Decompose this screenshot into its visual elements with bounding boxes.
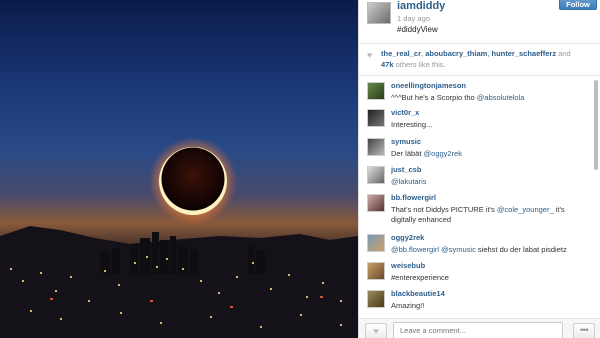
comment-avatar[interactable]: [367, 194, 385, 212]
mention-link[interactable]: @lakutaris: [391, 177, 427, 186]
likes-users: the_real_cr, aboubacry_thiam, hunter_sch…: [381, 49, 571, 58]
like-user-link[interactable]: aboubacry_thiam: [425, 49, 487, 58]
comment-footer: ♥ •••: [359, 318, 600, 338]
comment-username[interactable]: symusic: [391, 137, 421, 146]
likes-and: and: [558, 49, 571, 58]
comment-username[interactable]: bb.flowergirl: [391, 193, 436, 202]
follow-button[interactable]: Follow: [559, 0, 597, 10]
comment-text: @lakutaris: [391, 177, 589, 187]
comments-list: oneellingtonjameson ^^^But he's a Scorpi…: [359, 76, 594, 318]
comment-avatar[interactable]: [367, 138, 385, 156]
comment-username[interactable]: vict0r_x: [391, 108, 419, 117]
hills: [0, 226, 358, 338]
comments-scrollbar[interactable]: [594, 80, 598, 170]
avatar[interactable]: [367, 2, 391, 24]
comment-text: Amazing!!: [391, 301, 425, 310]
comment-username[interactable]: blackbeautie14: [391, 289, 445, 298]
more-options-button[interactable]: •••: [573, 323, 595, 338]
comment-username[interactable]: just_csb: [391, 165, 421, 174]
comment-avatar[interactable]: [367, 290, 385, 308]
post-timestamp[interactable]: 1 day ago: [397, 14, 430, 23]
mention-link[interactable]: @oggy2rek: [424, 149, 462, 158]
comment-avatar[interactable]: [367, 166, 385, 184]
mention-link[interactable]: @absolutelola: [477, 93, 525, 102]
comment-text: That's not Diddys PICTURE it's @cole_you…: [391, 205, 565, 224]
mention-link[interactable]: @bb.flowergirl @symusic: [391, 245, 476, 254]
post-photo[interactable]: [0, 0, 358, 338]
like-user-link[interactable]: the_real_cr: [381, 49, 421, 58]
post-header: iamdiddy 1 day ago #diddyView Follow: [359, 0, 600, 44]
likes-summary: ♥ the_real_cr, aboubacry_thiam, hunter_s…: [359, 44, 600, 76]
like-user-link[interactable]: hunter_schaefferz: [491, 49, 556, 58]
comment-text: Interesting...: [391, 120, 433, 129]
ellipsis-icon: •••: [580, 325, 588, 335]
comment-text: ^^^But he's a Scorpio tho @absolutelola: [391, 93, 525, 102]
post-caption: #diddyView: [397, 25, 438, 34]
comment-username[interactable]: oggy2rek: [391, 233, 424, 242]
like-button[interactable]: ♥: [365, 323, 387, 338]
comment-avatar[interactable]: [367, 82, 385, 100]
comment-avatar[interactable]: [367, 109, 385, 127]
comment-username[interactable]: oneellingtonjameson: [391, 81, 466, 90]
comment-text: @bb.flowergirl @symusic siehst du der la…: [391, 245, 567, 254]
likes-count-link[interactable]: 47k: [381, 60, 394, 69]
eclipse-cityscape-image: [0, 137, 358, 338]
post-username[interactable]: iamdiddy: [397, 0, 445, 12]
comment-text: Der läbät @oggy2rek: [391, 149, 462, 158]
comment-username[interactable]: weisebub: [391, 261, 425, 270]
heart-icon: ♥: [373, 326, 379, 336]
likes-others-text: others like this.: [395, 60, 446, 69]
mention-link[interactable]: @cole_younger_: [497, 205, 554, 214]
moon-disc: [161, 147, 225, 211]
post-sidebar: iamdiddy 1 day ago #diddyView Follow ♥ t…: [358, 0, 600, 338]
comment-avatar[interactable]: [367, 262, 385, 280]
comment-avatar[interactable]: [367, 234, 385, 252]
likes-count: 47k others like this.: [381, 60, 446, 69]
comment-input[interactable]: [393, 322, 563, 338]
heart-icon: ♥: [367, 50, 373, 60]
comment-text: #enterexperience: [391, 273, 449, 282]
